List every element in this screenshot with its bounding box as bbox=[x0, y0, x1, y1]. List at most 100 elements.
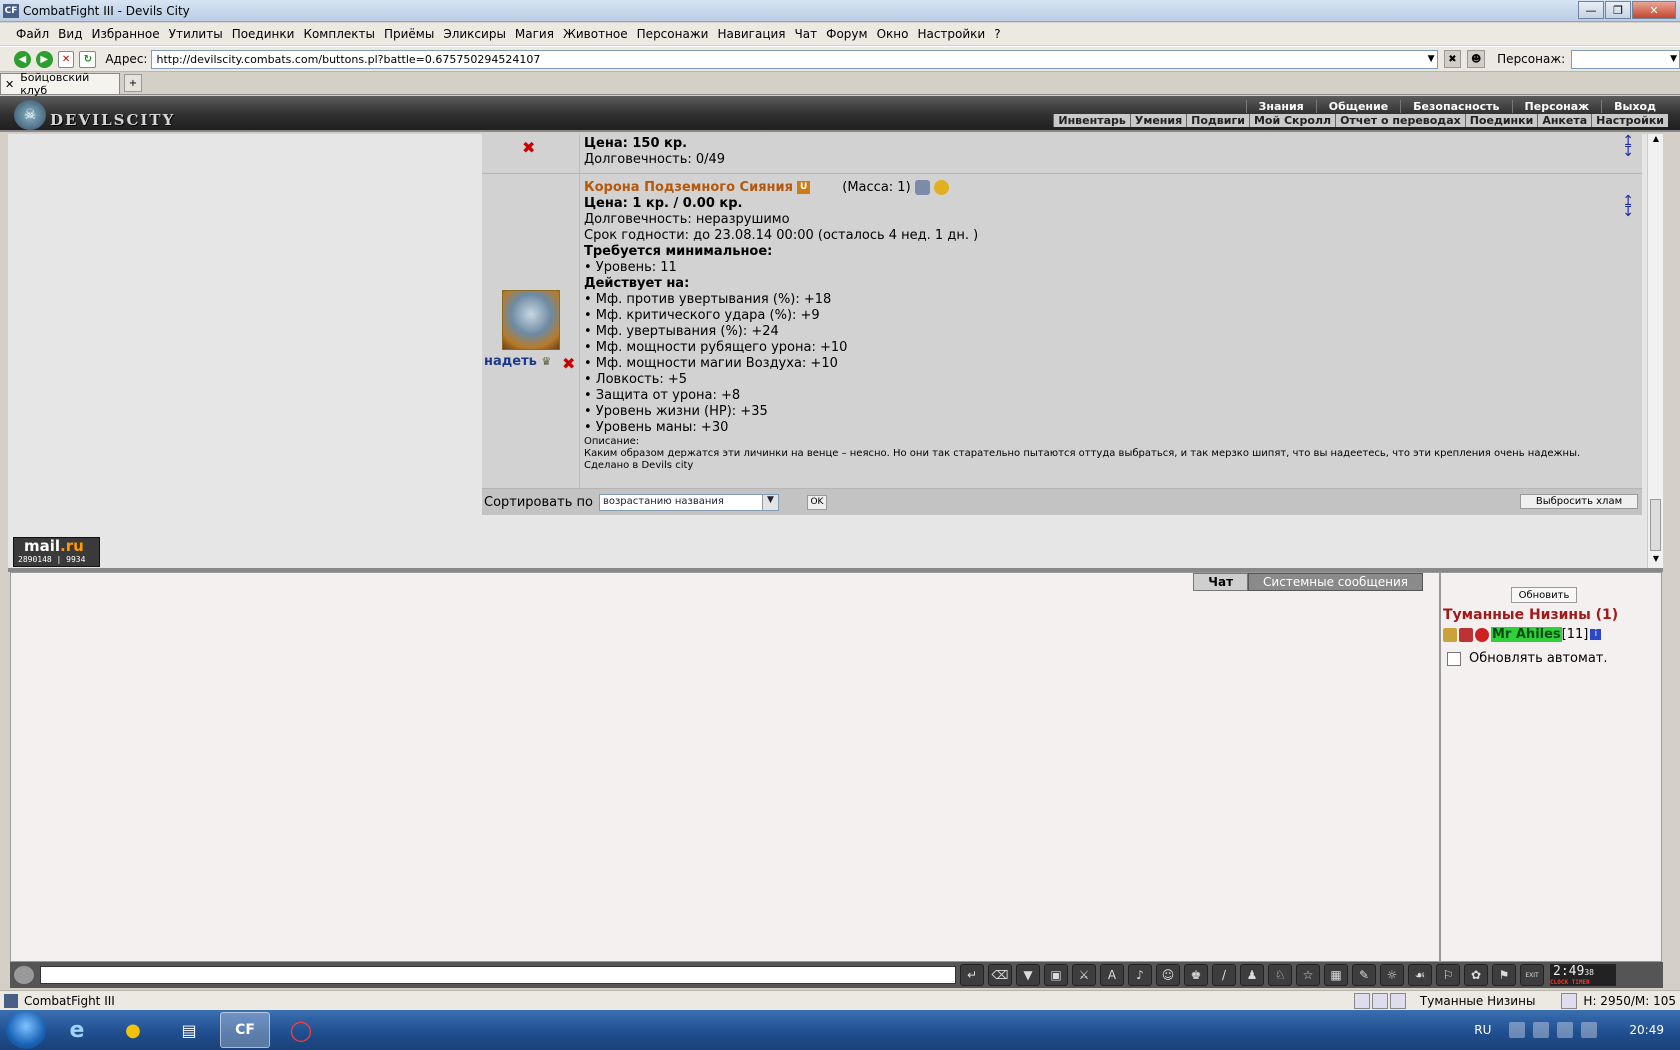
nav-security[interactable]: Безопасность bbox=[1400, 100, 1511, 113]
tab-system-messages[interactable]: Системные сообщения bbox=[1248, 573, 1423, 591]
close-button[interactable]: ✕ bbox=[1632, 1, 1676, 19]
tray-network-icon[interactable] bbox=[1557, 1022, 1574, 1038]
address-dropdown-icon[interactable]: ▼ bbox=[1428, 54, 1435, 64]
explorer-taskbar-icon[interactable]: ▤ bbox=[164, 1012, 214, 1048]
maximize-button[interactable]: ❐ bbox=[1605, 1, 1631, 19]
language-indicator[interactable]: RU bbox=[1474, 1023, 1491, 1037]
combatfight-taskbar-button[interactable]: CF bbox=[220, 1012, 270, 1048]
shirt-icon[interactable]: ♛ bbox=[541, 355, 551, 368]
subnav-skills[interactable]: Умения bbox=[1129, 114, 1186, 127]
menu-elixirs[interactable]: Эликсиры bbox=[443, 27, 506, 41]
delete-icon[interactable]: ✖ bbox=[522, 138, 535, 157]
start-button[interactable] bbox=[6, 1011, 46, 1049]
nav-communication[interactable]: Общение bbox=[1315, 100, 1400, 113]
send-icon[interactable]: ↵ bbox=[960, 964, 984, 986]
refresh-players-button[interactable]: Обновить bbox=[1511, 587, 1577, 603]
menu-forum[interactable]: Форум bbox=[826, 27, 867, 41]
subnav-profile[interactable]: Анкета bbox=[1537, 114, 1591, 127]
save-icon[interactable]: ▣ bbox=[1044, 964, 1068, 986]
translit-icon[interactable]: A bbox=[1100, 964, 1124, 986]
chest-icon[interactable]: ▦ bbox=[1324, 964, 1348, 986]
sound-icon[interactable]: ♪ bbox=[1128, 964, 1152, 986]
menu-settings[interactable]: Настройки bbox=[917, 27, 985, 41]
tray-volume-icon[interactable] bbox=[1581, 1022, 1598, 1038]
scroll-down-icon[interactable]: ▼ bbox=[1648, 554, 1663, 568]
status-doc-icon[interactable] bbox=[1371, 992, 1388, 1009]
menu-techniques[interactable]: Приёмы bbox=[384, 27, 434, 41]
tray-clock[interactable]: 20:49 bbox=[1629, 1023, 1664, 1037]
item-name[interactable]: Корона Подземного Сияния bbox=[584, 180, 793, 195]
tray-flag-icon[interactable] bbox=[1533, 1022, 1550, 1038]
slash-icon[interactable]: / bbox=[1212, 964, 1236, 986]
subnav-settings[interactable]: Настройки bbox=[1591, 114, 1668, 127]
info-icon[interactable]: i bbox=[1590, 629, 1602, 640]
menu-file[interactable]: Файл bbox=[16, 27, 49, 41]
back-icon[interactable]: ◀ bbox=[14, 50, 31, 68]
menu-chat[interactable]: Чат bbox=[795, 27, 818, 41]
minimize-button[interactable]: — bbox=[1578, 1, 1604, 19]
status-refresh-icon[interactable] bbox=[1561, 992, 1578, 1009]
menu-magic[interactable]: Магия bbox=[515, 27, 554, 41]
menu-utilities[interactable]: Утилиты bbox=[169, 27, 223, 41]
sort-dropdown-icon[interactable]: ▼ bbox=[761, 494, 778, 510]
ie-taskbar-icon[interactable]: e bbox=[52, 1012, 102, 1048]
menu-battles[interactable]: Поединки bbox=[232, 27, 295, 41]
menu-sets[interactable]: Комплекты bbox=[303, 27, 375, 41]
opera-taskbar-icon[interactable]: ◯ bbox=[276, 1012, 326, 1048]
status-map-icon[interactable] bbox=[1389, 992, 1406, 1009]
tray-arrow-icon[interactable] bbox=[1509, 1022, 1526, 1038]
refresh-icon[interactable]: ↻ bbox=[79, 50, 97, 68]
potion-icon[interactable]: ☙ bbox=[1408, 964, 1432, 986]
lock-icon[interactable]: ⚐ bbox=[1436, 964, 1460, 986]
player-name[interactable]: Mr Ahiles bbox=[1491, 627, 1562, 642]
address-input[interactable]: http://devilscity.combats.com/buttons.pl… bbox=[151, 49, 1438, 69]
scroll-up-icon[interactable]: ▲ bbox=[1648, 134, 1663, 148]
subnav-achievements[interactable]: Подвиги bbox=[1186, 114, 1249, 127]
auto-refresh-checkbox[interactable] bbox=[1447, 651, 1461, 666]
move-arrows-icon[interactable]: ↥ ↧ bbox=[1622, 194, 1634, 219]
scroll-thumb[interactable] bbox=[1650, 499, 1661, 551]
smiley-icon[interactable]: ☺ bbox=[1156, 964, 1180, 986]
delete-icon[interactable]: ✖ bbox=[562, 354, 575, 373]
bag-icon[interactable]: ☆ bbox=[1296, 964, 1320, 986]
chrome-taskbar-icon[interactable]: ● bbox=[108, 1012, 158, 1048]
new-tab-button[interactable]: + bbox=[124, 74, 142, 92]
crown-item-image[interactable] bbox=[502, 290, 560, 350]
tab-close-icon[interactable]: ✕ bbox=[5, 78, 14, 91]
stop-icon[interactable]: ✕ bbox=[57, 50, 75, 68]
menu-window[interactable]: Окно bbox=[877, 27, 909, 41]
flag-icon[interactable]: ⚑ bbox=[1492, 964, 1516, 986]
close-page-icon[interactable]: ✖ bbox=[1443, 50, 1462, 68]
discard-junk-button[interactable]: Выбросить хлам bbox=[1520, 494, 1638, 509]
run-icon[interactable]: ♘ bbox=[1268, 964, 1292, 986]
flower-icon[interactable]: ✿ bbox=[1464, 964, 1488, 986]
sort-select[interactable]: возрастанию названия ▼ bbox=[598, 493, 779, 511]
menu-characters[interactable]: Персонажи bbox=[637, 27, 709, 41]
menu-navigation[interactable]: Навигация bbox=[717, 27, 785, 41]
menu-view[interactable]: Вид bbox=[58, 27, 82, 41]
filter-icon[interactable]: ▼ bbox=[1016, 964, 1040, 986]
status-clock-icon[interactable] bbox=[1353, 992, 1370, 1009]
sort-ok-button[interactable]: OK bbox=[806, 494, 827, 510]
nav-exit[interactable]: Выход bbox=[1601, 100, 1668, 113]
persona-select[interactable]: ▼ bbox=[1571, 49, 1680, 69]
equip-link[interactable]: надеть bbox=[484, 354, 537, 369]
eraser-icon[interactable]: ⌫ bbox=[988, 964, 1012, 986]
tab-chat[interactable]: Чат bbox=[1193, 573, 1249, 591]
monk-icon[interactable]: ♟ bbox=[1240, 964, 1264, 986]
move-arrows-icon[interactable]: ↥ ↧ bbox=[1622, 134, 1634, 159]
persona-dropdown-icon[interactable]: ▼ bbox=[1670, 54, 1677, 64]
forward-icon[interactable]: ▶ bbox=[35, 50, 53, 68]
subnav-my-scroll[interactable]: Мой Скролл bbox=[1248, 114, 1335, 127]
hand-icon[interactable] bbox=[14, 966, 34, 984]
menu-favorites[interactable]: Избранное bbox=[91, 27, 159, 41]
people-icon[interactable]: ☻ bbox=[1467, 50, 1486, 68]
fighter-icon[interactable]: ⚔ bbox=[1072, 964, 1096, 986]
subnav-transfers-report[interactable]: Отчет о переводах bbox=[1335, 114, 1465, 127]
subnav-inventory[interactable]: Инвентарь bbox=[1053, 114, 1129, 127]
menu-help[interactable]: ? bbox=[994, 27, 1000, 41]
mask-icon[interactable]: ☼ bbox=[1380, 964, 1404, 986]
content-scrollbar[interactable]: ▲ ▼ bbox=[1647, 134, 1663, 568]
mailru-counter[interactable]: mail.ru 2890148 | 9934 bbox=[13, 537, 100, 567]
chat-input[interactable] bbox=[40, 966, 956, 984]
